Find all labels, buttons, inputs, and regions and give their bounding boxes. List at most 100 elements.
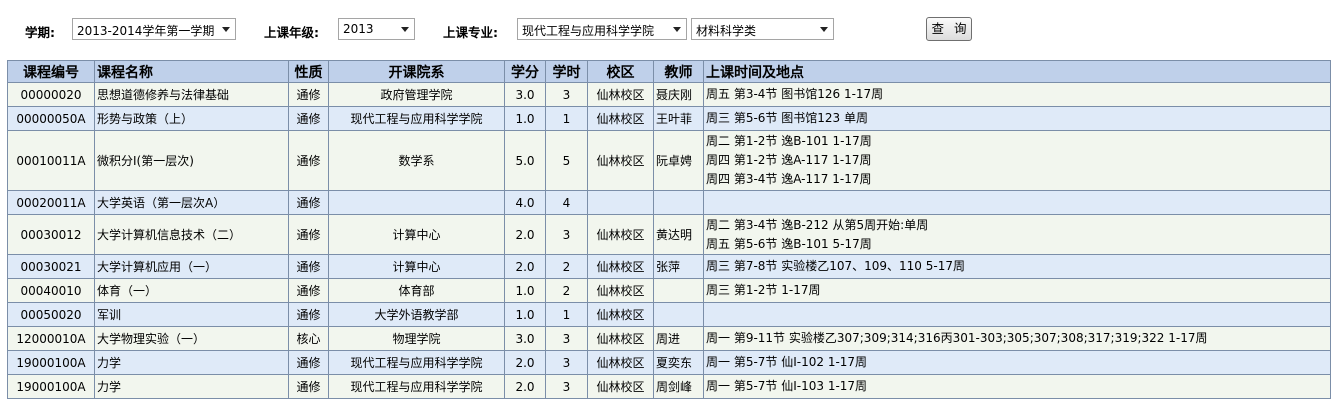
header-course-name: 课程名称 (94, 60, 289, 83)
course-code-cell: 00020011A (7, 190, 95, 215)
teacher-cell: 夏奕东 (653, 350, 704, 375)
grade-select-value: 2013 (343, 22, 374, 36)
time-location-entry: 周三 第5-6节 图书馆123 单周 (706, 111, 868, 125)
teacher-cell (653, 278, 704, 303)
teacher-cell: 王叶菲 (653, 106, 704, 131)
chevron-down-icon (820, 27, 828, 32)
course-name-cell: 思想道德修养与法律基础 (94, 82, 289, 107)
campus-cell: 仙林校区 (587, 278, 654, 303)
time-location-cell: 周一 第9-11节 实验楼乙307;309;314;316丙301-303;30… (703, 326, 1331, 351)
department-cell: 计算中心 (328, 214, 505, 255)
chevron-down-icon (401, 27, 409, 32)
time-location-cell: 周三 第7-8节 实验楼乙107、109、110 5-17周 (703, 254, 1331, 279)
credit-cell: 3.0 (504, 82, 546, 107)
time-location-entry: 周二 第3-4节 逸B-212 从第5周开始:单周 (706, 217, 929, 232)
course-code-cell: 00040010 (7, 278, 95, 303)
campus-cell: 仙林校区 (587, 326, 654, 351)
course-type-cell: 通修 (288, 278, 329, 303)
table-row: 00010011A 微积分I(第一层次) 通修 数学系 5.0 5 仙林校区 阮卓娉 周二 第1… (7, 130, 1331, 191)
time-location-entry: 周五 第5-6节 逸B-101 5-17周 (706, 236, 872, 251)
campus-cell: 仙林校区 (587, 82, 654, 107)
table-row: 19000100A 力学 通修 现代工程与应用科学学院 2.0 3 仙林校区 周剑峰 周一 第5… (7, 374, 1331, 399)
course-code-cell: 00000020 (7, 82, 95, 107)
table-row: 00000050A 形势与政策（上） 通修 现代工程与应用科学学院 1.0 1 仙林校区 王叶… (7, 106, 1331, 131)
department-cell (328, 190, 505, 215)
course-name-cell: 军训 (94, 302, 289, 327)
time-location-cell: 周三 第1-2节 1-17周 (703, 278, 1331, 303)
table-row: 00030012 大学计算机信息技术（二） 通修 计算中心 2.0 3 仙林校区 黄达明 周二 … (7, 214, 1331, 255)
hours-cell: 4 (545, 190, 588, 215)
teacher-cell: 张萍 (653, 254, 704, 279)
course-name-cell: 大学英语（第一层次A） (94, 190, 289, 215)
department-cell: 现代工程与应用科学学院 (328, 350, 505, 375)
course-code-cell: 00000050A (7, 106, 95, 131)
teacher-cell: 周进 (653, 326, 704, 351)
course-name-cell: 大学计算机应用（一） (94, 254, 289, 279)
credit-cell: 1.0 (504, 106, 546, 131)
course-name-cell: 形势与政策（上） (94, 106, 289, 131)
credit-cell: 2.0 (504, 374, 546, 399)
course-type-cell: 通修 (288, 190, 329, 215)
course-type-cell: 通修 (288, 374, 329, 399)
grade-select[interactable]: 2013 (338, 18, 415, 40)
course-name-cell: 微积分I(第一层次) (94, 130, 289, 191)
table-row: 00050020 军训 通修 大学外语教学部 1.0 1 仙林校区 (7, 302, 1331, 327)
campus-cell: 仙林校区 (587, 302, 654, 327)
hours-cell: 1 (545, 302, 588, 327)
teacher-cell: 阮卓娉 (653, 130, 704, 191)
credit-cell: 3.0 (504, 326, 546, 351)
teacher-cell: 周剑峰 (653, 374, 704, 399)
header-time-location: 上课时间及地点 (703, 60, 1331, 83)
table-row: 00030021 大学计算机应用（一） 通修 计算中心 2.0 2 仙林校区 张萍 周三 第7-… (7, 254, 1331, 279)
grade-label: 上课年级: (264, 25, 319, 40)
major-select-value: 材料科学类 (696, 24, 757, 38)
campus-cell: 仙林校区 (587, 130, 654, 191)
chevron-down-icon (673, 27, 681, 32)
header-teacher: 教师 (653, 60, 704, 83)
query-button[interactable]: 查 询 (926, 17, 972, 41)
department-cell: 物理学院 (328, 326, 505, 351)
hours-cell: 2 (545, 278, 588, 303)
table-row: 12000010A 大学物理实验（一） 核心 物理学院 3.0 3 仙林校区 周进 周一 第9-… (7, 326, 1331, 351)
campus-cell: 仙林校区 (587, 350, 654, 375)
course-type-cell: 通修 (288, 82, 329, 107)
course-type-cell: 通修 (288, 214, 329, 255)
term-label: 学期: (25, 25, 55, 40)
time-location-entry: 周一 第5-7节 仙Ⅰ-103 1-17周 (706, 379, 868, 393)
course-name-cell: 力学 (94, 374, 289, 399)
credit-cell: 4.0 (504, 190, 546, 215)
teacher-cell: 黄达明 (653, 214, 704, 255)
term-select[interactable]: 2013-2014学年第一学期 (72, 18, 236, 40)
department-cell: 大学外语教学部 (328, 302, 505, 327)
time-location-cell: 周一 第5-7节 仙Ⅰ-103 1-17周 (703, 374, 1331, 399)
course-code-cell: 00050020 (7, 302, 95, 327)
hours-cell: 3 (545, 214, 588, 255)
time-location-cell: 周二 第1-2节 逸B-101 1-17周 周四 第1-2节 逸A-117 1-1… (703, 130, 1331, 191)
time-location-cell: 周二 第3-4节 逸B-212 从第5周开始:单周 周五 第5-6节 逸B-101… (703, 214, 1331, 255)
hours-cell: 1 (545, 106, 588, 131)
school-select[interactable]: 现代工程与应用科学学院 (517, 18, 687, 40)
credit-cell: 2.0 (504, 254, 546, 279)
table-row: 00000020 思想道德修养与法律基础 通修 政府管理学院 3.0 3 仙林校区 聂庆刚 周五… (7, 82, 1331, 107)
time-location-entry: 周二 第1-2节 逸B-101 1-17周 (706, 134, 872, 148)
course-name-cell: 力学 (94, 350, 289, 375)
header-hours: 学时 (545, 60, 588, 83)
time-location-entry: 周四 第1-2节 逸A-117 1-17周 (706, 153, 872, 167)
department-cell: 政府管理学院 (328, 82, 505, 107)
department-cell: 计算中心 (328, 254, 505, 279)
course-code-cell: 12000010A (7, 326, 95, 351)
header-credit: 学分 (504, 60, 546, 83)
course-name-cell: 体育（一） (94, 278, 289, 303)
campus-cell: 仙林校区 (587, 374, 654, 399)
credit-cell: 2.0 (504, 214, 546, 255)
course-code-cell: 19000100A (7, 350, 95, 375)
major-label: 上课专业: (443, 25, 498, 40)
major-select[interactable]: 材料科学类 (691, 18, 834, 40)
campus-cell: 仙林校区 (587, 214, 654, 255)
course-type-cell: 通修 (288, 302, 329, 327)
credit-cell: 1.0 (504, 278, 546, 303)
course-code-cell: 00030012 (7, 214, 95, 255)
teacher-cell: 聂庆刚 (653, 82, 704, 107)
time-location-entry: 周四 第3-4节 逸A-117 1-17周 (706, 172, 872, 186)
header-campus: 校区 (587, 60, 654, 83)
